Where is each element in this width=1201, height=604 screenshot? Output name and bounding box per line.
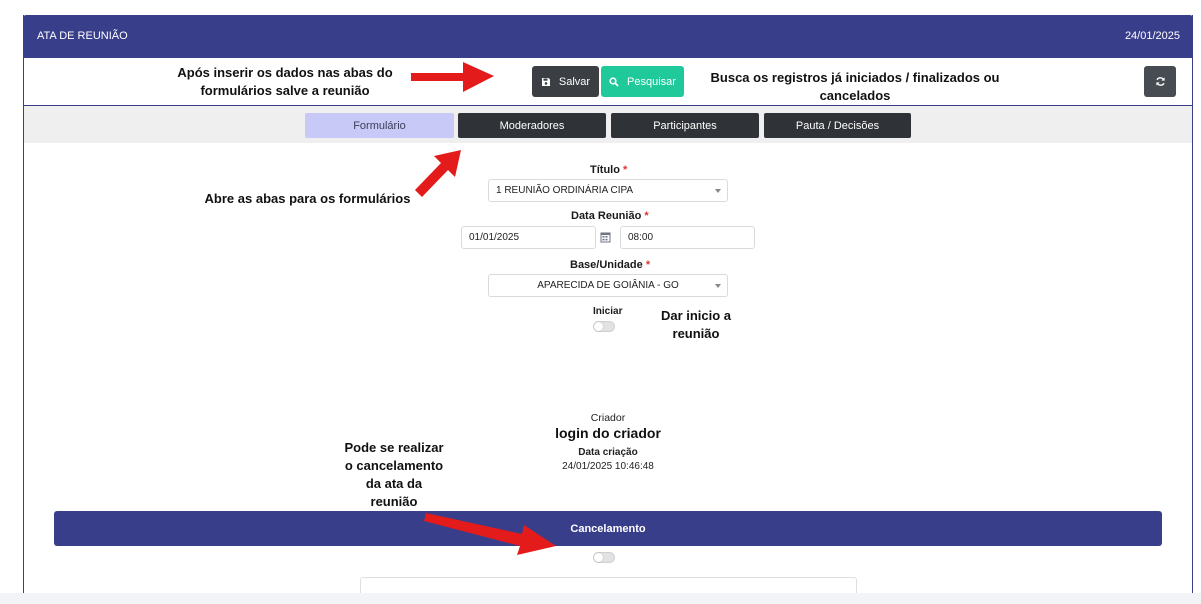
arrow-to-save-button	[411, 62, 494, 92]
arrow-to-tabs	[415, 150, 461, 197]
arrow-to-cancel-toggle	[424, 513, 556, 555]
annotation-arrows	[411, 62, 556, 555]
page: ATA DE REUNIÃO 24/01/2025 Salvar Pesquis…	[0, 0, 1201, 604]
